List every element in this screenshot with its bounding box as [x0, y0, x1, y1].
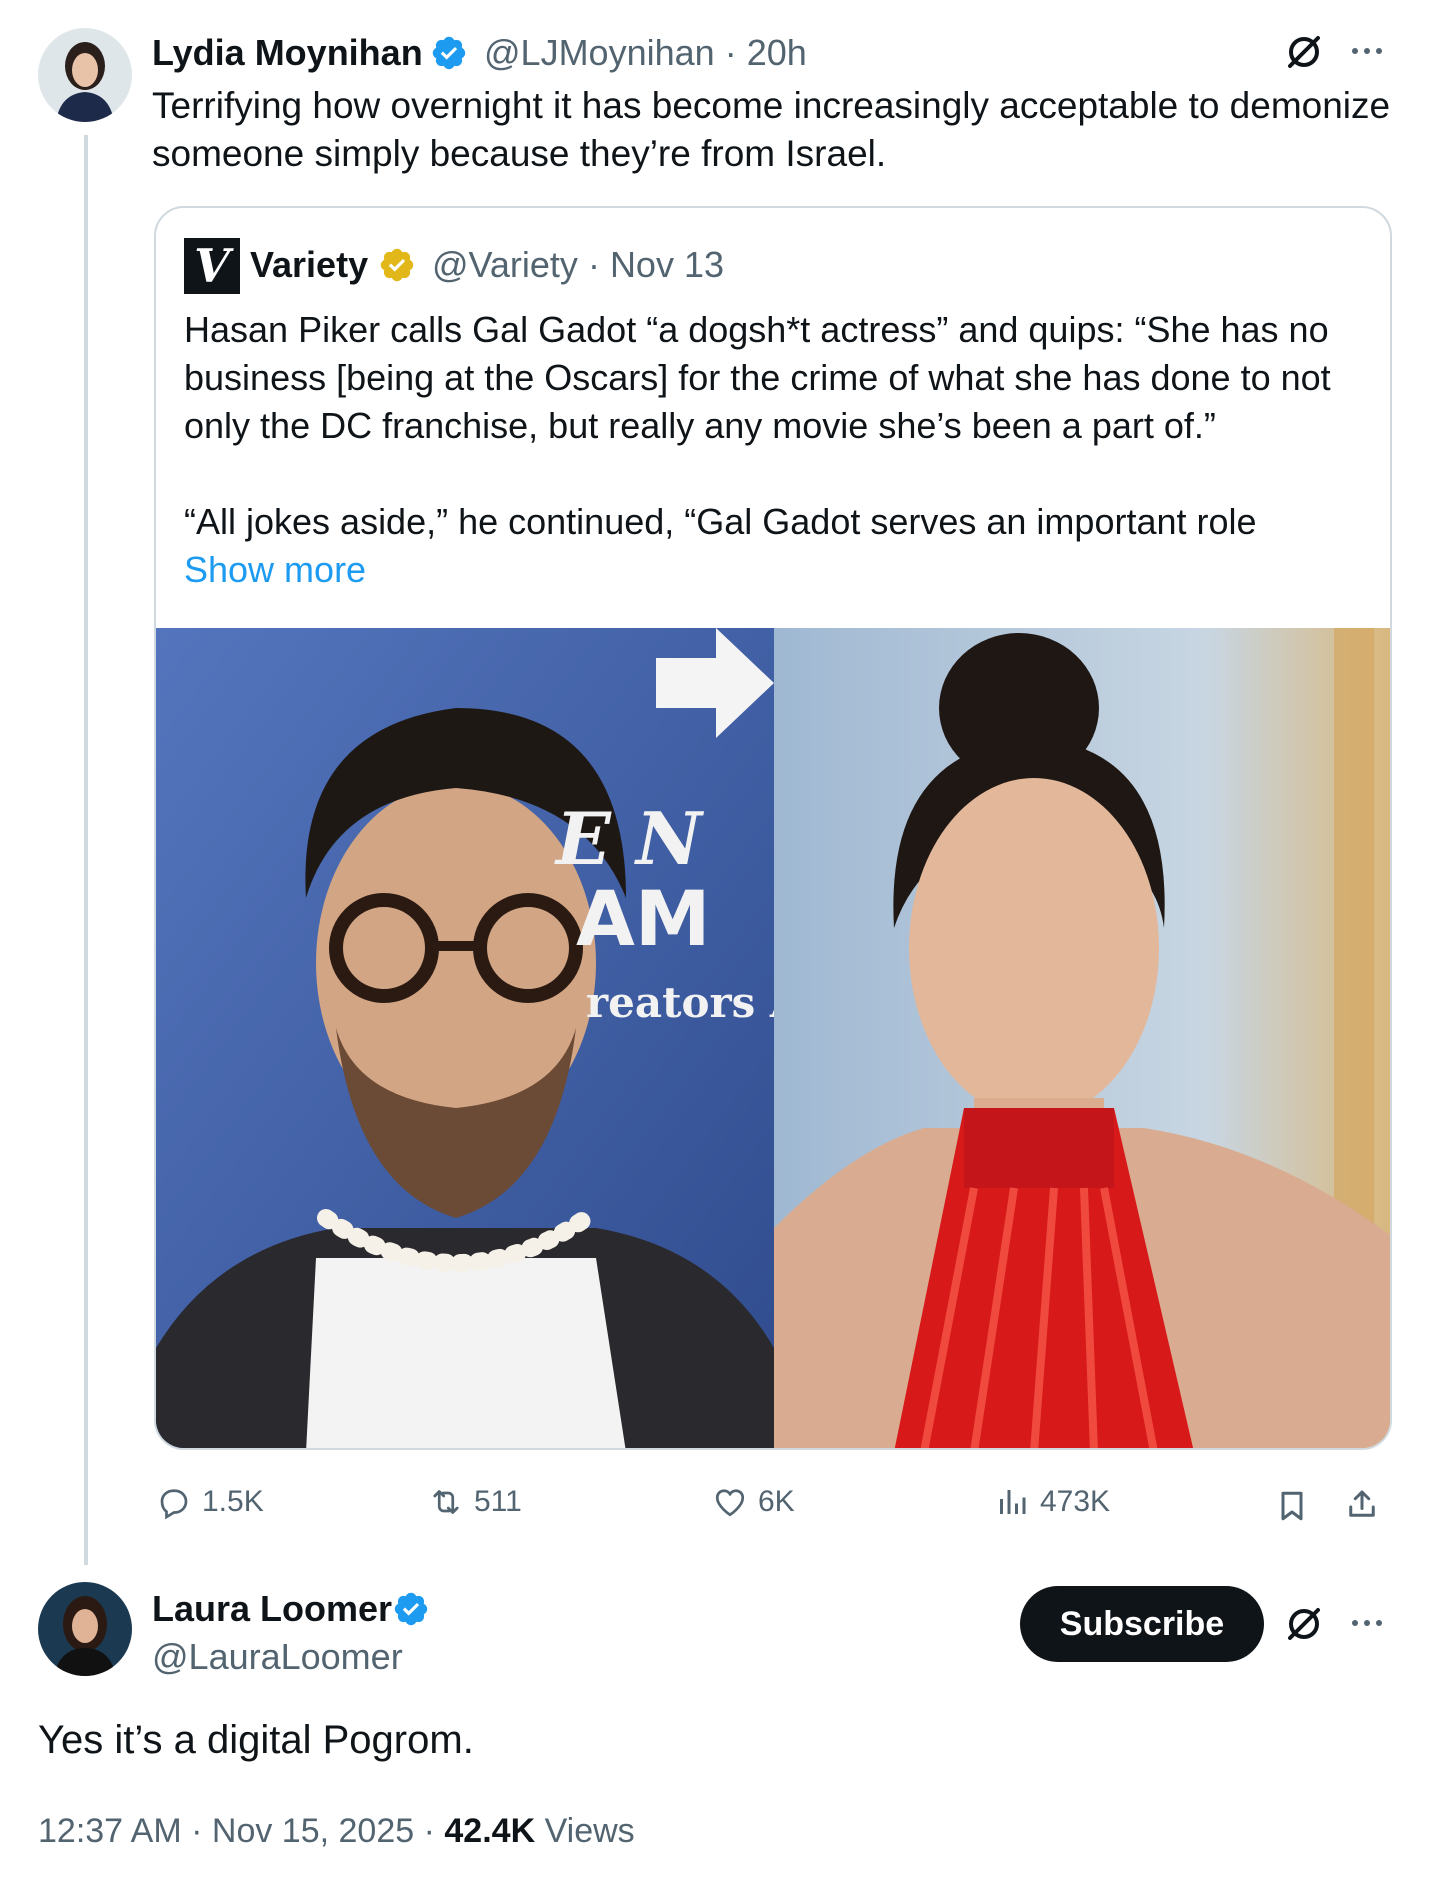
quoted-text: Hasan Piker calls Gal Gadot “a dogsh*t a…: [184, 306, 1364, 594]
repost-count: 511: [474, 1485, 522, 1518]
backdrop-text-2: AM: [576, 874, 711, 963]
quoted-paragraph-2: “All jokes aside,” he continued, “Gal Ga…: [184, 501, 1257, 542]
repost-icon: [433, 1490, 459, 1514]
avatar[interactable]: [38, 1582, 132, 1676]
quoted-date[interactable]: Nov 13: [610, 244, 724, 285]
heart-icon: [715, 1489, 745, 1517]
reply-icon: [160, 1489, 188, 1520]
reply-count: 1.5K: [202, 1485, 264, 1518]
verified-badge-icon: [430, 34, 468, 72]
views-label: Views: [544, 1812, 635, 1850]
views-count: 42.4K: [444, 1812, 536, 1850]
repost-button[interactable]: 511: [428, 1484, 522, 1520]
grok-icon[interactable]: [1284, 32, 1324, 72]
analytics-icon: [1000, 1490, 1026, 1514]
separator-dot: ·: [191, 1812, 212, 1850]
quoted-media[interactable]: E N AM reators A: [156, 628, 1390, 1448]
tweet-meta: 12:37 AM · Nov 15, 2025 · 42.4K Views: [38, 1812, 635, 1851]
separator-dot: ·: [587, 244, 610, 285]
verified-gold-badge-icon: [378, 246, 416, 284]
author-name[interactable]: Laura Loomer: [152, 1588, 392, 1630]
author-handle[interactable]: @LauraLoomer: [152, 1636, 403, 1678]
subscribe-button[interactable]: Subscribe: [1020, 1586, 1264, 1662]
variety-logo[interactable]: V: [184, 238, 240, 294]
reply-button[interactable]: 1.5K: [156, 1484, 264, 1520]
more-options-icon[interactable]: [1352, 1620, 1382, 1626]
quoted-paragraph-1: Hasan Piker calls Gal Gadot “a dogsh*t a…: [184, 309, 1331, 446]
grok-icon[interactable]: [1284, 1604, 1324, 1644]
like-button[interactable]: 6K: [712, 1484, 795, 1520]
tweet-date[interactable]: Nov 15, 2025: [212, 1812, 414, 1850]
quoted-handle[interactable]: @Variety: [432, 244, 578, 285]
thread-connector-line: [84, 135, 88, 1565]
views-count: 473K: [1040, 1485, 1111, 1518]
photo-right[interactable]: [774, 628, 1390, 1448]
tweet-time[interactable]: 20h: [747, 32, 807, 73]
tweet-text: Terrifying how overnight it has become i…: [152, 85, 1391, 174]
quoted-handle-date: @Variety · Nov 13: [432, 244, 724, 286]
author-handle[interactable]: @LJMoynihan: [484, 32, 715, 73]
separator-dot: ·: [724, 32, 747, 73]
variety-logo-letter: V: [194, 239, 230, 293]
like-count: 6K: [758, 1485, 795, 1518]
author-handle-time: @LJMoynihan · 20h: [484, 32, 807, 74]
backdrop-text-1: E N: [556, 796, 702, 881]
share-icon[interactable]: [1344, 1486, 1380, 1522]
quoted-author-name[interactable]: Variety: [250, 244, 368, 286]
photo-left[interactable]: E N AM reators A: [156, 628, 774, 1448]
tweet-text: Yes it’s a digital Pogrom.: [38, 1718, 474, 1762]
bookmark-icon[interactable]: [1274, 1488, 1310, 1524]
quoted-tweet-card[interactable]: V Variety @Variety · Nov 13 Hasan Piker …: [154, 206, 1392, 1450]
views-button[interactable]: 473K: [994, 1484, 1110, 1520]
avatar[interactable]: [38, 28, 132, 122]
verified-badge-icon: [392, 1590, 430, 1628]
tweet-timestamp[interactable]: 12:37 AM: [38, 1812, 182, 1850]
show-more-link[interactable]: Show more: [184, 546, 1364, 594]
more-options-icon[interactable]: [1352, 48, 1382, 54]
backdrop-text-3: reators A: [586, 978, 774, 1027]
author-name[interactable]: Lydia Moynihan: [152, 32, 423, 74]
separator-dot: ·: [423, 1812, 445, 1850]
